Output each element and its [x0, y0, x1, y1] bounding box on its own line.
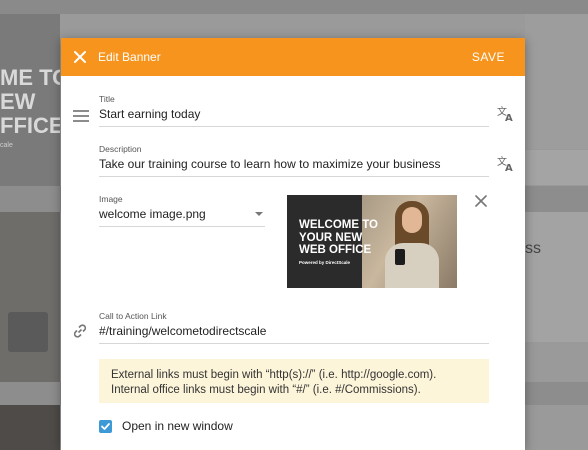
link-icon	[72, 323, 88, 344]
link-hint-note: External links must begin with “http(s):…	[99, 359, 489, 403]
translate-icon[interactable]: 文A	[497, 105, 515, 127]
background-top-bar	[0, 0, 588, 14]
background-laptop	[8, 312, 48, 352]
background-panel	[525, 14, 588, 149]
image-select[interactable]: welcome image.png	[99, 207, 265, 227]
translate-icon[interactable]: 文A	[497, 155, 515, 177]
background-banner-small-text: cale	[0, 142, 13, 149]
background-banner-card	[0, 212, 60, 382]
description-field[interactable]: Description Take our training course to …	[99, 144, 489, 177]
description-input[interactable]: Take our training course to learn how to…	[99, 157, 489, 177]
background-panel-text: ss	[525, 240, 541, 257]
open-new-window-checkbox[interactable]	[99, 419, 112, 433]
close-icon[interactable]	[475, 194, 487, 212]
title-field[interactable]: Title Start earning today	[99, 94, 489, 127]
preview-person-body	[385, 243, 439, 288]
preview-headline: WELCOME TO YOUR NEW WEB OFFICE	[299, 219, 378, 257]
link-hint-line: Internal office links must begin with “#…	[111, 384, 421, 396]
background-banner-card: ME TO EW FFICE cale	[0, 14, 60, 186]
background-panel: ss	[525, 212, 588, 342]
svg-text:A: A	[505, 163, 513, 172]
link-hint-line: External links must begin with “http(s):…	[111, 369, 437, 381]
chevron-down-icon[interactable]	[255, 212, 263, 216]
open-new-window-option[interactable]: Open in new window	[99, 419, 233, 433]
background-banner-text: ME TO EW FFICE	[0, 65, 60, 138]
background-panel	[525, 150, 588, 185]
dialog-title: Edit Banner	[98, 50, 161, 64]
image-field[interactable]: Image welcome image.png	[99, 194, 265, 227]
title-input[interactable]: Start earning today	[99, 107, 489, 127]
preview-headline-line: WELCOME TO	[299, 219, 379, 231]
preview-headline-line: WEB OFFICE	[299, 244, 372, 256]
close-icon[interactable]	[73, 50, 87, 64]
check-icon	[101, 422, 110, 430]
preview-phone	[395, 249, 405, 265]
image-select-value: welcome image.png	[99, 207, 206, 221]
dialog-header: Edit Banner SAVE	[61, 38, 525, 76]
image-label: Image	[99, 194, 123, 204]
menu-icon[interactable]	[73, 109, 89, 127]
preview-headline-line: YOUR NEW	[299, 231, 363, 244]
svg-text:A: A	[505, 113, 513, 122]
description-label: Description	[99, 144, 142, 154]
preview-powered-by: Powered by DirectScale	[299, 260, 351, 265]
cta-link-field[interactable]: Call to Action Link #/training/welcometo…	[99, 311, 489, 344]
cta-link-input[interactable]: #/training/welcometodirectscale	[99, 324, 489, 344]
edit-banner-dialog: Edit Banner SAVE Title Start earning tod…	[61, 38, 525, 450]
open-new-window-label: Open in new window	[122, 419, 233, 433]
background-banner-card	[0, 405, 60, 450]
preview-person-face	[402, 207, 422, 233]
title-label: Title	[99, 94, 115, 104]
cta-link-label: Call to Action Link	[99, 311, 167, 321]
image-preview: WELCOME TO YOUR NEW WEB OFFICE Powered b…	[287, 195, 457, 288]
save-button[interactable]: SAVE	[472, 50, 513, 64]
